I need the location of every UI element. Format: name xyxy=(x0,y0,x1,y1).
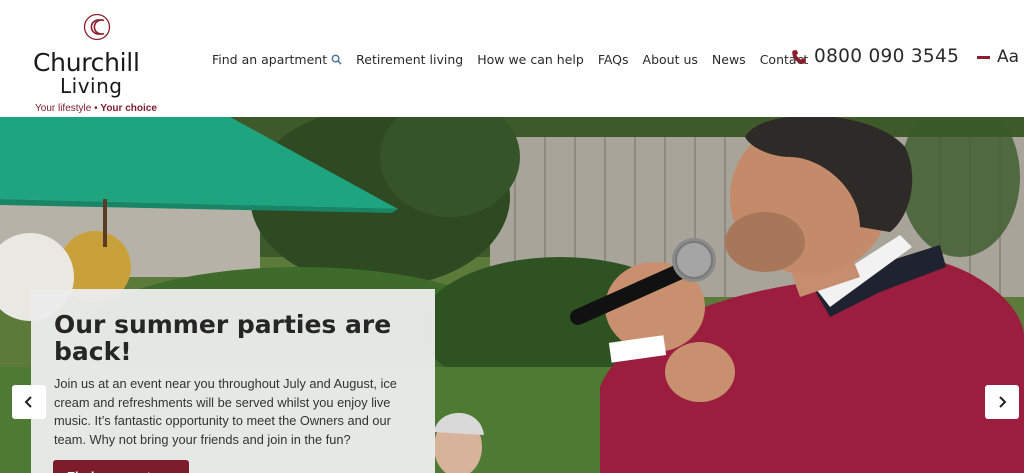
hero-carousel: Our summer parties are back! Join us at … xyxy=(0,117,1024,473)
carousel-prev-button[interactable] xyxy=(12,385,46,419)
tagline-part-b: Your choice xyxy=(100,103,157,114)
chevron-left-icon xyxy=(24,396,32,408)
text-size-toggle[interactable]: Aa xyxy=(977,47,1019,67)
phone-icon xyxy=(792,49,806,64)
promo-description: Join us at an event near you throughout … xyxy=(54,376,397,447)
nav-item-news[interactable]: News xyxy=(712,52,746,67)
promo-card: Our summer parties are back! Join us at … xyxy=(31,289,435,473)
phone-link[interactable]: 0800 090 3545 xyxy=(791,46,959,67)
tagline-part-a: Your lifestyle xyxy=(35,103,92,114)
find-an-event-button[interactable]: Find an event › xyxy=(53,460,189,473)
text-size-label: Aa xyxy=(997,47,1020,67)
nav-item-retirement-living[interactable]: Retirement living xyxy=(356,52,463,67)
logo-wordmark: Churchill xyxy=(33,48,140,77)
promo-title: Our summer parties are back! xyxy=(54,310,392,366)
nav-item-find-an-apartment[interactable]: Find an apartment xyxy=(212,52,342,67)
carousel-next-button[interactable] xyxy=(985,385,1019,419)
logo-tagline: Your lifestyle • Your choice xyxy=(35,104,157,114)
nav-item-how-we-can-help[interactable]: How we can help xyxy=(477,52,584,67)
churchill-living-logo[interactable]: Churchill Living Your lifestyle • Your c… xyxy=(30,12,170,114)
chevron-right-icon xyxy=(999,396,1007,408)
nav-item-about-us[interactable]: About us xyxy=(643,52,698,67)
search-icon xyxy=(331,54,342,65)
nav-item-faqs[interactable]: FAQs xyxy=(598,52,629,67)
main-navigation: Find an apartment Retirement living How … xyxy=(212,50,822,68)
phone-number: 0800 090 3545 xyxy=(814,46,960,67)
logo-monogram-icon xyxy=(83,13,111,41)
nav-item-label: Find an apartment xyxy=(212,51,328,67)
logo-subword: Living xyxy=(60,74,123,98)
site-header: Churchill Living Your lifestyle • Your c… xyxy=(0,0,1024,117)
decrease-text-icon xyxy=(977,55,990,59)
